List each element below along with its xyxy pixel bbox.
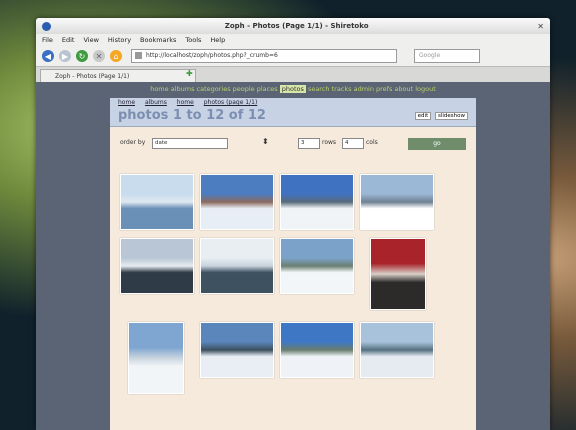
photo-thumbnail[interactable] [200,238,274,294]
menu-bar: File Edit View History Bookmarks Tools H… [36,34,550,46]
stop-button[interactable]: ✕ [93,50,105,62]
photo-thumbnail[interactable] [120,238,194,294]
photo-thumbnail[interactable] [280,322,354,378]
title-bar: Zoph - Photos (Page 1/1) - Shiretoko ✕ [36,18,550,34]
photos-panel: home albums home photos (page 1/1) photo… [110,98,476,430]
menu-edit[interactable]: Edit [62,36,75,44]
breadcrumb-home[interactable]: home [118,99,135,106]
nav-links-before[interactable]: home albums categories people places [150,85,277,93]
home-button[interactable]: ⌂ [110,50,122,62]
tab-bar: Zoph - Photos (Page 1/1) ✚ [36,66,550,83]
favicon-icon [135,52,142,59]
forward-button[interactable]: ▶ [59,50,71,62]
sort-direction-icon[interactable]: ⬍ [262,137,269,146]
navigation-toolbar: ◀ ▶ ↻ ✕ ⌂ http://localhost/zoph/photos.p… [36,46,550,66]
breadcrumb-photos[interactable]: photos (page 1/1) [204,99,258,106]
menu-help[interactable]: Help [210,36,225,44]
sort-controls: order by date ⬍ 3 rows 4 cols go [120,137,466,152]
browser-window: Zoph - Photos (Page 1/1) - Shiretoko ✕ F… [36,18,550,430]
window-controls[interactable]: ✕ [537,22,544,31]
breadcrumb-albums[interactable]: albums [145,99,167,106]
rows-select[interactable]: 3 [298,138,320,149]
photo-thumbnail[interactable] [360,322,434,378]
back-button[interactable]: ◀ [42,50,54,62]
nav-links-after[interactable]: search tracks admin prefs about logout [308,85,436,93]
url-text: http://localhost/zoph/photos.php?_crumb=… [146,52,278,59]
firefox-icon [42,21,51,31]
slideshow-link[interactable]: slideshow [434,112,468,120]
page-header: photos 1 to 12 of 12 edit slideshow [110,108,476,127]
main-navigation: home albums categories people places pho… [36,82,550,96]
photo-thumbnail[interactable] [360,174,434,230]
breadcrumb-home-2[interactable]: home [177,99,194,106]
nav-current-photos[interactable]: photos [279,85,306,93]
edit-link[interactable]: edit [414,112,432,120]
new-tab-icon[interactable]: ✚ [186,69,193,78]
go-button[interactable]: go [408,138,466,150]
menu-bookmarks[interactable]: Bookmarks [140,36,176,44]
photo-thumbnail[interactable] [200,174,274,230]
window-title: Zoph - Photos (Page 1/1) - Shiretoko [224,22,369,30]
menu-history[interactable]: History [108,36,131,44]
order-by-label: order by [120,139,146,146]
cols-label: cols [366,139,378,146]
rows-label: rows [322,139,337,146]
photo-thumbnail[interactable] [200,322,274,378]
menu-view[interactable]: View [83,36,98,44]
cols-select[interactable]: 4 [342,138,364,149]
photo-thumbnail[interactable] [280,238,354,294]
page-content: home albums categories people places pho… [36,82,550,430]
breadcrumb: home albums home photos (page 1/1) [110,98,476,108]
menu-file[interactable]: File [42,36,53,44]
menu-tools[interactable]: Tools [185,36,201,44]
search-input[interactable]: Google [414,49,480,63]
header-links: edit slideshow [413,112,468,120]
tab-zoph-photos[interactable]: Zoph - Photos (Page 1/1) [40,69,196,83]
photo-thumbnail[interactable] [128,322,184,394]
photo-thumbnail[interactable] [370,238,426,310]
url-bar[interactable]: http://localhost/zoph/photos.php?_crumb=… [131,49,397,63]
photo-thumbnail[interactable] [280,174,354,230]
order-by-select[interactable]: date [152,138,228,149]
page-title: photos 1 to 12 of 12 [118,108,266,123]
reload-button[interactable]: ↻ [76,50,88,62]
photo-thumbnail[interactable] [120,174,194,230]
